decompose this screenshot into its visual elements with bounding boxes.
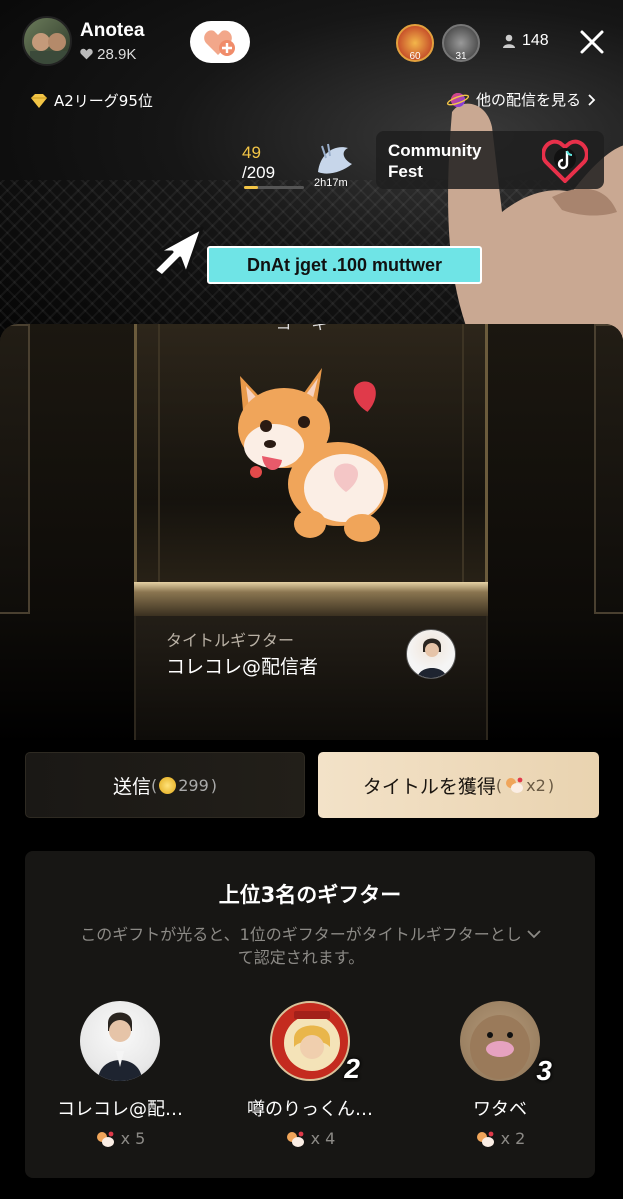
gifter-name: 噂のりっくん… <box>247 1099 373 1120</box>
host-likes: 28.9K <box>80 46 136 63</box>
event-progress-total: /209 <box>242 163 276 182</box>
community-fest-card[interactable]: Community Fest <box>376 131 604 189</box>
event-creature-icon[interactable] <box>312 142 354 178</box>
chevron-down-icon[interactable] <box>525 925 543 943</box>
corgi-gift-icon <box>238 368 388 542</box>
gifter-name: ワタベ <box>473 1099 527 1120</box>
league-rank[interactable]: A2リーグ95位 <box>30 90 153 111</box>
follow-button[interactable] <box>190 21 250 63</box>
gift-stage: コーギー タイトルギフター コレコレ@配信者 <box>0 324 623 744</box>
gifter-avatar-image <box>98 1012 142 1081</box>
top-gifters-description: このギフトが光ると、1位のギフターがタイトルギフターとして認定されます。 <box>80 925 522 967</box>
send-price-value: 299 <box>178 775 209 795</box>
heart-icon <box>80 48 93 60</box>
top-gifter-item[interactable]: 3 ワタベ x 2 <box>415 1001 585 1148</box>
top-gifter-item[interactable]: 1 コレコレ@配… x 5 <box>35 1001 205 1148</box>
obtain-title-button[interactable]: タイトルを獲得 (x2) <box>318 752 599 818</box>
host-name[interactable]: Anotea <box>80 20 144 42</box>
coin-icon <box>159 776 177 794</box>
gifter-name: コレコレ@配… <box>57 1099 183 1120</box>
gift-name: コーギー <box>0 324 623 334</box>
send-gift-button[interactable]: 送信 (299) <box>25 752 305 818</box>
side-showcase-right[interactable] <box>594 324 623 614</box>
title-gifter-name[interactable]: コレコレ@配信者 <box>166 652 318 679</box>
diamond-icon <box>31 93 47 108</box>
gifter-count-value: x 4 <box>310 1129 336 1148</box>
other-lives-link[interactable]: 他の配信を見る <box>446 89 596 110</box>
gifter-count: x 2 <box>415 1129 585 1148</box>
close-icon[interactable] <box>578 28 606 56</box>
title-gifter-label: タイトルギフター <box>166 631 295 650</box>
follow-heart-plus-icon <box>204 30 235 56</box>
viewer-count-value: 148 <box>522 32 549 49</box>
title-gifter-avatar[interactable] <box>406 629 456 679</box>
corgi-gift-icon <box>96 1131 114 1147</box>
gifter-count: x 5 <box>35 1129 205 1148</box>
gifter-rank: 3 <box>536 1055 552 1086</box>
gift-panel: コーギー タイトルギフター コレコレ@配信者 <box>0 324 623 1199</box>
event-time-left: 2h17m <box>314 177 348 189</box>
league-label: A2リーグ95位 <box>54 92 153 110</box>
tiktok-badge-icon <box>542 139 588 183</box>
side-showcase-left[interactable] <box>0 324 30 614</box>
streamer-hand-image <box>448 103 623 340</box>
event-title: Community Fest <box>388 141 482 181</box>
gifter-count-value: x 2 <box>500 1129 526 1148</box>
send-price: (299) <box>150 775 218 795</box>
event-progress-bar <box>244 186 304 189</box>
obtain-multiplier: (x2) <box>495 775 555 795</box>
other-lives-label: 他の配信を見る <box>476 91 582 109</box>
gifter-avatar: 2 <box>270 1001 360 1084</box>
host-likes-count: 28.9K <box>97 46 137 63</box>
event-progress-current: 49 <box>242 143 261 162</box>
gifter-avatar: 3 <box>460 1001 552 1086</box>
gifter-rank: 2 <box>344 1053 360 1084</box>
top-gifters-card: 上位3名のギフター このギフトが光ると、1位のギフターがタイトルギフターとして認… <box>25 851 595 1178</box>
gifter-count-value: x 5 <box>120 1129 146 1148</box>
gift-showcase-base <box>134 582 488 616</box>
overlay-tip-banner: DnAt jget .100 muttwer <box>207 246 482 284</box>
viewer-count[interactable]: 148 <box>502 32 549 50</box>
top-gifters-title: 上位3名のギフター <box>218 883 402 907</box>
top-viewer-avatar-2[interactable]: 31 <box>442 24 480 62</box>
cursor-pointer-icon <box>152 226 204 278</box>
top-viewer-avatar-1[interactable]: 60 <box>396 24 434 62</box>
top-gifter-item[interactable]: 2 噂のりっくん… x 4 <box>225 1001 395 1148</box>
corgi-gift-icon <box>506 777 524 793</box>
corgi-gift-icon <box>286 1131 304 1147</box>
gifter-count: x 4 <box>225 1129 395 1148</box>
title-gifter-avatar-image <box>417 638 447 678</box>
planet-icon <box>446 92 470 107</box>
gifter-avatar-image <box>284 1011 340 1071</box>
host-avatar[interactable] <box>22 16 72 66</box>
send-button-label: 送信 <box>112 775 151 798</box>
gifter-rank: 1 <box>156 1055 160 1081</box>
corgi-gift-icon <box>476 1131 494 1147</box>
obtain-button-label: タイトルを獲得 <box>362 775 496 798</box>
chevron-right-icon <box>588 93 596 106</box>
event-progress-fill <box>244 186 258 189</box>
person-icon <box>503 34 515 48</box>
gifter-avatar: 1 <box>80 1001 160 1081</box>
obtain-multiplier-value: x2 <box>526 775 546 795</box>
gifter-avatar-image <box>470 1015 530 1079</box>
